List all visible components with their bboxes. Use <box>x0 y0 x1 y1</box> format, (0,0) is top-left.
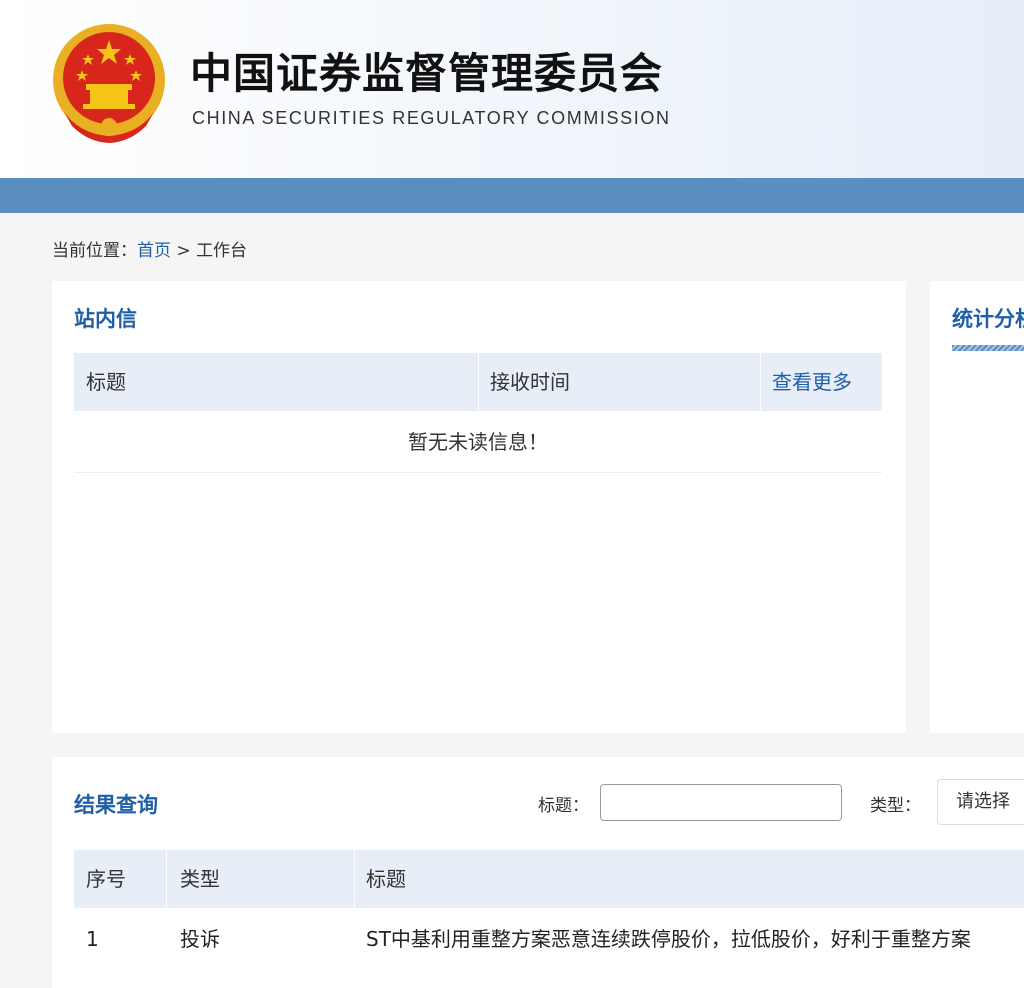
column-header-type: 类型 <box>180 867 220 891</box>
breadcrumb-prefix: 当前位置： <box>52 241 137 261</box>
breadcrumb-current: 工作台 <box>196 241 248 261</box>
column-divider <box>166 850 167 908</box>
column-divider <box>354 850 355 908</box>
messages-panel: 站内信 标题 接收时间 查看更多 暂无未读信息！ <box>52 281 906 733</box>
column-header-index: 序号 <box>86 867 126 891</box>
column-divider <box>760 353 761 411</box>
stats-title: 统计分析 <box>952 307 1024 331</box>
stats-panel: 统计分析 <box>930 281 1024 733</box>
column-header-title: 标题 <box>366 867 406 891</box>
column-divider <box>478 353 479 411</box>
row-title-link[interactable]: ST中基利用重整方案恶意连续跌停股价，拉低股价，好利于重整方案 <box>366 909 971 969</box>
filter-type-select[interactable]: 请选择 <box>937 779 1024 825</box>
results-title: 结果查询 <box>74 793 158 817</box>
national-emblem-icon <box>53 24 165 143</box>
results-table-header: 序号 类型 标题 <box>74 850 1024 908</box>
view-more-link[interactable]: 查看更多 <box>772 353 852 411</box>
breadcrumb-home-link[interactable]: 首页 <box>137 241 171 261</box>
row-index: 1 <box>86 927 99 951</box>
row-type: 投诉 <box>180 927 220 951</box>
empty-message-row: 暂无未读信息！ <box>74 411 882 473</box>
filter-type-label: 类型： <box>870 796 921 816</box>
column-header-title: 标题 <box>86 370 126 394</box>
results-panel: 结果查询 标题： 类型： 请选择 序号 类型 标题 1 投诉 ST中基利用重整方… <box>52 757 1024 988</box>
site-title-cn: 中国证券监督管理委员会 <box>190 49 664 98</box>
nav-bar <box>0 178 1024 213</box>
filter-title-label: 标题： <box>538 796 589 816</box>
site-header: 中国证券监督管理委员会 CHINA SECURITIES REGULATORY … <box>0 0 1024 178</box>
table-row[interactable]: 1 投诉 ST中基利用重整方案恶意连续跌停股价，拉低股价，好利于重整方案 <box>74 909 1024 969</box>
breadcrumb-separator: > <box>171 241 197 261</box>
column-header-received-time: 接收时间 <box>490 370 570 394</box>
messages-table-header: 标题 接收时间 查看更多 <box>74 353 882 411</box>
stats-title-underline <box>952 345 1024 351</box>
breadcrumb: 当前位置：首页 > 工作台 <box>52 236 247 261</box>
messages-title: 站内信 <box>74 307 137 331</box>
filter-title-input[interactable] <box>600 784 842 821</box>
site-title-en: CHINA SECURITIES REGULATORY COMMISSION <box>192 108 671 128</box>
